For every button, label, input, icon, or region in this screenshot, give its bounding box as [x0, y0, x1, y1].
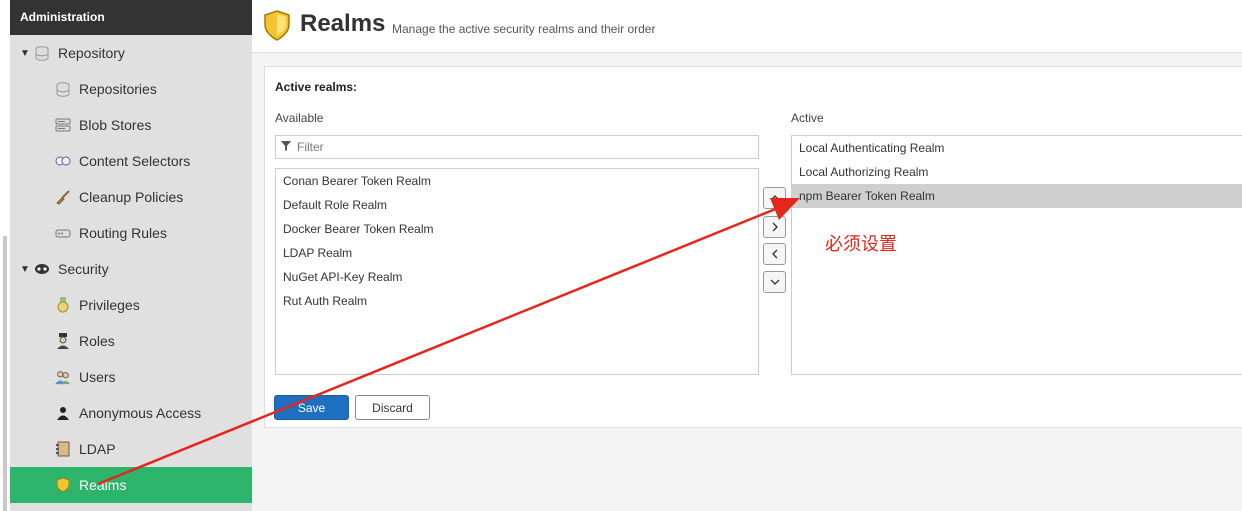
sidebar-group-repository[interactable]: ▼ Repository: [10, 35, 252, 71]
sidebar-item-label: Routing Rules: [79, 225, 167, 241]
list-item[interactable]: Conan Bearer Token Realm: [276, 169, 758, 193]
sidebar-item-cleanup-policies[interactable]: Cleanup Policies: [10, 179, 252, 215]
sidebar-item-realms[interactable]: Realms: [10, 467, 252, 503]
list-item[interactable]: LDAP Realm: [276, 241, 758, 265]
list-item[interactable]: NuGet API-Key Realm: [276, 265, 758, 289]
sidebar-item-anonymous-access[interactable]: Anonymous Access: [10, 395, 252, 431]
available-realms-list[interactable]: Conan Bearer Token Realm Default Role Re…: [275, 168, 759, 375]
move-up-button[interactable]: [763, 187, 786, 209]
active-label: Active: [791, 111, 824, 125]
left-scrollbar[interactable]: [3, 236, 7, 511]
user-icon: [55, 405, 71, 421]
realms-panel: Active realms: Available Active Filter C…: [264, 66, 1242, 428]
glasses-icon: [55, 153, 71, 169]
sidebar-item-label: Roles: [79, 333, 115, 349]
sidebar-item-label: Realms: [79, 477, 127, 493]
sidebar-item-label: Blob Stores: [79, 117, 152, 133]
sidebar: Administration ▼ Repository Repositories…: [10, 0, 252, 511]
sidebar-header: Administration: [10, 0, 252, 35]
chevron-up-icon: [770, 195, 779, 201]
medal-icon: [55, 297, 71, 313]
list-item[interactable]: Default Role Realm: [276, 193, 758, 217]
database-icon: [34, 45, 50, 61]
main-content: Realms Manage the active security realms…: [252, 0, 1242, 511]
list-item[interactable]: Local Authorizing Realm: [792, 160, 1242, 184]
sidebar-item-privileges[interactable]: Privileges: [10, 287, 252, 323]
list-item-selected[interactable]: npm Bearer Token Realm: [792, 184, 1242, 208]
users-icon: [55, 369, 71, 385]
sidebar-item-users[interactable]: Users: [10, 359, 252, 395]
broom-icon: [55, 189, 71, 205]
discard-button[interactable]: Discard: [355, 395, 430, 420]
left-edge-strip: [0, 0, 10, 511]
chevron-left-icon: [771, 249, 777, 259]
filter-placeholder: Filter: [297, 140, 324, 154]
sidebar-item-repositories[interactable]: Repositories: [10, 71, 252, 107]
filter-icon: [281, 140, 291, 154]
section-label: Active realms:: [275, 80, 358, 94]
page-header: Realms Manage the active security realms…: [252, 0, 1242, 53]
page-subtitle: Manage the active security realms and th…: [392, 22, 656, 36]
sidebar-item-ldap[interactable]: LDAP: [10, 431, 252, 467]
save-button[interactable]: Save: [274, 395, 349, 420]
sidebar-item-label: Cleanup Policies: [79, 189, 184, 205]
sidebar-item-routing-rules[interactable]: Routing Rules: [10, 215, 252, 251]
sidebar-item-label: Content Selectors: [79, 153, 191, 169]
move-down-button[interactable]: [763, 271, 786, 293]
list-item[interactable]: Rut Auth Realm: [276, 289, 758, 313]
shield-icon: [55, 477, 71, 493]
database-icon: [55, 81, 71, 97]
address-book-icon: [55, 441, 71, 457]
list-item[interactable]: Docker Bearer Token Realm: [276, 217, 758, 241]
move-left-button[interactable]: [763, 243, 786, 265]
chevron-right-icon: [772, 222, 778, 232]
sidebar-item-label: Users: [79, 369, 116, 385]
filter-input[interactable]: Filter: [275, 135, 759, 159]
annotation-text: 必须设置: [825, 234, 897, 255]
sidebar-item-content-selectors[interactable]: Content Selectors: [10, 143, 252, 179]
sidebar-group-security[interactable]: ▼ Security: [10, 251, 252, 287]
caret-down-icon: ▼: [20, 263, 30, 275]
eye-mask-icon: [34, 261, 50, 277]
sidebar-item-label: Repositories: [79, 81, 157, 97]
sidebar-group-label: Repository: [58, 45, 125, 61]
page-title: Realms: [300, 10, 386, 37]
sidebar-item-blob-stores[interactable]: Blob Stores: [10, 107, 252, 143]
server-icon: [55, 117, 71, 133]
router-icon: [55, 225, 71, 241]
sidebar-item-roles[interactable]: Roles: [10, 323, 252, 359]
sidebar-item-label: Privileges: [79, 297, 140, 313]
shield-icon: [264, 10, 290, 46]
officer-icon: [55, 333, 71, 349]
move-right-button[interactable]: [763, 216, 786, 238]
sidebar-item-label: Anonymous Access: [79, 405, 202, 421]
list-item[interactable]: Local Authenticating Realm: [792, 136, 1242, 160]
sidebar-group-label: Security: [58, 261, 109, 277]
chevron-down-icon: [770, 279, 779, 285]
sidebar-item-label: LDAP: [79, 441, 116, 457]
caret-down-icon: ▼: [20, 47, 30, 59]
available-label: Available: [275, 111, 324, 125]
